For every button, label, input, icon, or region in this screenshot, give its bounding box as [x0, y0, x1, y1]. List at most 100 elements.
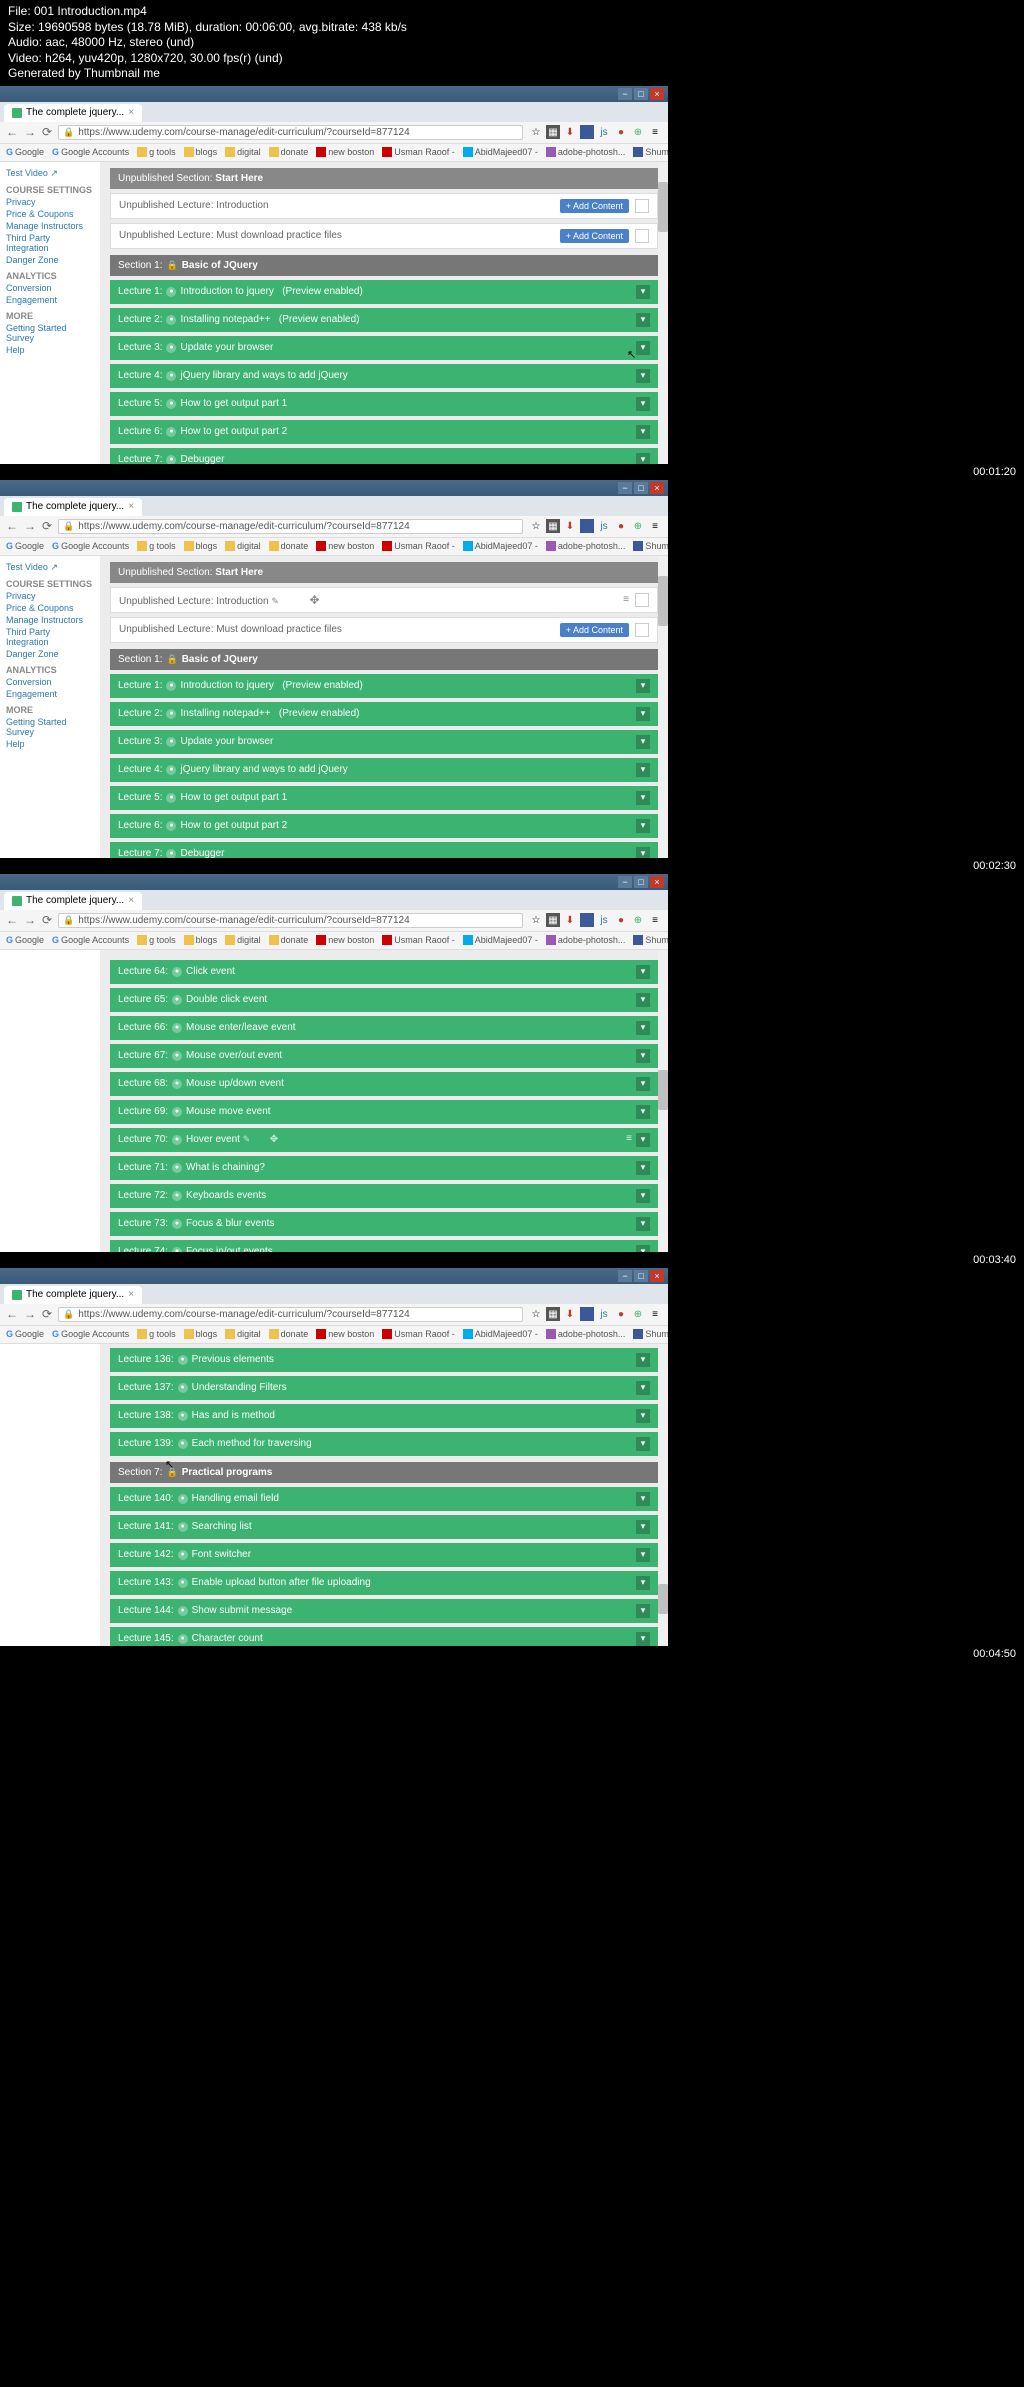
expand-button[interactable]: ▾ — [636, 1077, 650, 1091]
expand-button[interactable]: ▾ — [636, 1353, 650, 1367]
back-button[interactable]: ← — [6, 519, 18, 533]
bookmark-item[interactable]: Usman Raoof - — [382, 1329, 455, 1339]
lecture-row[interactable]: Lecture 1: ● Introduction to jquery (Pre… — [110, 674, 658, 698]
star-icon[interactable]: ☆ — [529, 125, 543, 139]
bookmark-item[interactable]: donate — [269, 541, 309, 551]
scroll-thumb[interactable] — [658, 1584, 668, 1614]
scrollbar[interactable] — [658, 950, 668, 1252]
expand-button[interactable]: ▾ — [636, 1409, 650, 1423]
expand-button[interactable]: ▾ — [636, 425, 650, 439]
bookmark-item[interactable]: Shumail Ahmed — [633, 1329, 668, 1339]
tab-close-icon[interactable]: × — [128, 501, 134, 512]
expand-button[interactable]: ▾ — [636, 1548, 650, 1562]
bookmark-item[interactable]: GGoogle Accounts — [52, 147, 129, 157]
back-button[interactable]: ← — [6, 913, 18, 927]
star-icon[interactable]: ☆ — [529, 519, 543, 533]
add-content-button[interactable]: + Add Content — [560, 229, 629, 243]
ext-icon[interactable] — [580, 1307, 594, 1321]
add-content-button[interactable]: + Add Content — [560, 623, 629, 637]
bookmark-item[interactable]: AbidMajeed07 - — [463, 147, 538, 157]
conversion-link[interactable]: Conversion — [6, 283, 94, 293]
lecture-row[interactable]: Lecture 141: ● Searching list ▾ — [110, 1515, 658, 1539]
bookmark-item[interactable]: GGoogle — [6, 935, 44, 945]
expand-button[interactable]: ▾ — [636, 1632, 650, 1646]
maximize-button[interactable]: □ — [634, 482, 648, 494]
expand-button[interactable]: ▾ — [636, 1217, 650, 1231]
browser-tab[interactable]: The complete jquery... × — [4, 498, 142, 516]
move-icon[interactable]: ✥ — [309, 593, 319, 607]
forward-button[interactable]: → — [24, 913, 36, 927]
instructors-link[interactable]: Manage Instructors — [6, 221, 94, 231]
url-bar[interactable]: 🔒 https://www.udemy.com/course-manage/ed… — [58, 125, 523, 140]
ext-icon[interactable]: ⊕ — [631, 913, 645, 927]
ext-icon[interactable] — [580, 125, 594, 139]
bookmark-item[interactable]: g tools — [137, 541, 176, 551]
unpublished-lecture-item[interactable]: Unpublished Lecture: Introduction ✎ ✥ ≡ — [110, 587, 658, 613]
lecture-row[interactable]: Lecture 4: ● jQuery library and ways to … — [110, 364, 658, 388]
delete-button[interactable] — [635, 623, 649, 637]
delete-button[interactable] — [635, 593, 649, 607]
unpublished-lecture-item[interactable]: Unpublished Lecture: Introduction + Add … — [110, 193, 658, 219]
lecture-row[interactable]: Lecture 67: ● Mouse over/out event ▾ — [110, 1044, 658, 1068]
back-button[interactable]: ← — [6, 125, 18, 139]
instructors-link[interactable]: Manage Instructors — [6, 615, 94, 625]
move-icon[interactable]: ✥ — [270, 1134, 278, 1145]
bookmark-item[interactable]: new boston — [316, 1329, 374, 1339]
engagement-link[interactable]: Engagement — [6, 689, 94, 699]
bookmark-item[interactable]: Shumail Ahmed — [633, 935, 668, 945]
lecture-row[interactable]: Lecture 140: ● Handling email field ▾ — [110, 1487, 658, 1511]
expand-button[interactable]: ▾ — [636, 847, 650, 858]
ext-icon[interactable]: ⬇ — [563, 1307, 577, 1321]
browser-tab[interactable]: The complete jquery... × — [4, 892, 142, 910]
edit-icon[interactable]: ✎ — [271, 596, 279, 606]
lecture-row[interactable]: Lecture 64: ● Click event ▾ — [110, 960, 658, 984]
price-link[interactable]: Price & Coupons — [6, 603, 94, 613]
privacy-link[interactable]: Privacy — [6, 591, 94, 601]
lecture-row[interactable]: Lecture 5: ● How to get output part 1 ▾ — [110, 786, 658, 810]
danger-link[interactable]: Danger Zone — [6, 255, 94, 265]
scrollbar[interactable] — [658, 1344, 668, 1646]
expand-button[interactable]: ▾ — [636, 993, 650, 1007]
lecture-row[interactable]: Lecture 7: ● Debugger ▾ — [110, 448, 658, 464]
conversion-link[interactable]: Conversion — [6, 677, 94, 687]
ext-icon[interactable]: ⊕ — [631, 125, 645, 139]
ext-icon[interactable]: js — [597, 519, 611, 533]
reload-button[interactable]: ⟳ — [42, 1307, 52, 1321]
scroll-thumb[interactable] — [658, 1070, 668, 1110]
bookmark-item[interactable]: donate — [269, 1329, 309, 1339]
close-button[interactable]: × — [650, 876, 664, 888]
reload-button[interactable]: ⟳ — [42, 125, 52, 139]
star-icon[interactable]: ☆ — [529, 913, 543, 927]
lecture-row[interactable]: Lecture 2: ● Installing notepad++ (Previ… — [110, 308, 658, 332]
lecture-row[interactable]: Lecture 136: ● Previous elements ▾ — [110, 1348, 658, 1372]
bookmark-item[interactable]: GGoogle Accounts — [52, 541, 129, 551]
bookmark-item[interactable]: Usman Raoof - — [382, 541, 455, 551]
minimize-button[interactable]: − — [618, 876, 632, 888]
bookmark-item[interactable]: digital — [225, 935, 261, 945]
scrollbar[interactable] — [658, 556, 668, 858]
expand-button[interactable]: ▾ — [636, 313, 650, 327]
ext-icon[interactable] — [580, 519, 594, 533]
ext-icon[interactable]: ▦ — [546, 913, 560, 927]
lecture-row[interactable]: Lecture 3: ● Update your browser ▾ — [110, 336, 658, 360]
privacy-link[interactable]: Privacy — [6, 197, 94, 207]
bookmark-item[interactable]: GGoogle Accounts — [52, 935, 129, 945]
bookmark-item[interactable]: blogs — [184, 935, 218, 945]
star-icon[interactable]: ☆ — [529, 1307, 543, 1321]
bookmark-item[interactable]: GGoogle Accounts — [52, 1329, 129, 1339]
unpublished-lecture-item[interactable]: Unpublished Lecture: Must download pract… — [110, 223, 658, 249]
menu-icon[interactable]: ≡ — [648, 125, 662, 139]
bookmark-item[interactable]: adobe-photosh... — [546, 541, 626, 551]
expand-button[interactable]: ▾ — [636, 1245, 650, 1252]
bookmark-item[interactable]: donate — [269, 147, 309, 157]
bookmark-item[interactable]: g tools — [137, 935, 176, 945]
expand-button[interactable]: ▾ — [636, 735, 650, 749]
expand-button[interactable]: ▾ — [636, 1161, 650, 1175]
ext-icon[interactable]: ⬇ — [563, 519, 577, 533]
bookmark-item[interactable]: digital — [225, 541, 261, 551]
bookmark-item[interactable]: donate — [269, 935, 309, 945]
url-bar[interactable]: 🔒 https://www.udemy.com/course-manage/ed… — [58, 1307, 523, 1322]
close-button[interactable]: × — [650, 88, 664, 100]
reload-button[interactable]: ⟳ — [42, 519, 52, 533]
expand-button[interactable]: ▾ — [636, 1189, 650, 1203]
